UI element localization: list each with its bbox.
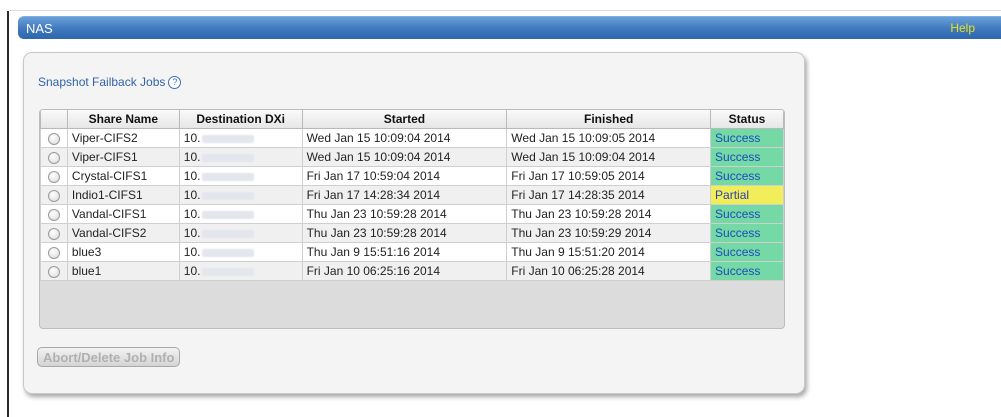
column-header-finished[interactable]: Finished bbox=[506, 110, 712, 129]
snapshot-failback-panel: Snapshot Failback Jobs? Share Name Desti… bbox=[23, 52, 805, 394]
column-header-status[interactable]: Status bbox=[710, 110, 784, 129]
section-title: Snapshot Failback Jobs? bbox=[38, 75, 182, 89]
row-select-cell bbox=[40, 147, 68, 167]
share-name-cell: blue3 bbox=[66, 242, 180, 262]
row-select-cell bbox=[40, 223, 68, 243]
finished-cell: Wed Jan 15 10:09:04 2014 bbox=[506, 147, 712, 167]
share-name-cell: Viper-CIFS1 bbox=[66, 147, 180, 167]
started-cell: Fri Jan 17 10:59:04 2014 bbox=[301, 166, 508, 186]
destination-text: 10. bbox=[183, 226, 201, 240]
status-cell: Success bbox=[710, 128, 784, 148]
window-left-edge bbox=[7, 11, 9, 417]
redacted-ip bbox=[202, 191, 255, 200]
page-title: NAS bbox=[26, 21, 53, 36]
row-select-cell bbox=[40, 128, 68, 148]
status-cell: Success bbox=[710, 261, 784, 281]
started-cell: Thu Jan 23 10:59:28 2014 bbox=[301, 223, 508, 243]
destination-text: 10. bbox=[183, 245, 201, 259]
row-radio-button[interactable] bbox=[47, 189, 60, 202]
row-radio-button[interactable] bbox=[47, 246, 60, 259]
row-radio-button[interactable] bbox=[47, 265, 60, 278]
redacted-ip bbox=[202, 172, 255, 181]
destination-cell: 10. bbox=[178, 166, 303, 186]
row-select-cell bbox=[40, 261, 68, 281]
destination-cell: 10. bbox=[178, 147, 303, 167]
table-row[interactable]: Vandal-CIFS2 10. Thu Jan 23 10:59:28 2014 T… bbox=[40, 223, 784, 243]
destination-cell: 10. bbox=[178, 128, 303, 148]
section-title-text: Snapshot Failback Jobs bbox=[38, 75, 166, 89]
abort-delete-job-info-button[interactable]: Abort/Delete Job Info bbox=[37, 347, 181, 367]
row-select-cell bbox=[40, 204, 68, 224]
column-header-share-name[interactable]: Share Name bbox=[66, 110, 180, 129]
destination-cell: 10. bbox=[178, 185, 303, 205]
help-question-icon[interactable]: ? bbox=[168, 76, 182, 89]
share-name-cell: Viper-CIFS2 bbox=[66, 128, 180, 148]
finished-cell: Fri Jan 17 10:59:05 2014 bbox=[506, 166, 712, 186]
share-name-cell: Indio1-CIFS1 bbox=[66, 185, 180, 205]
table-row[interactable]: Viper-CIFS1 10. Wed Jan 15 10:09:04 2014 We… bbox=[40, 147, 784, 167]
destination-cell: 10. bbox=[178, 223, 303, 243]
table-row[interactable]: Indio1-CIFS1 10. Fri Jan 17 14:28:34 2014 F… bbox=[40, 185, 784, 205]
destination-cell: 10. bbox=[178, 242, 303, 262]
table-row[interactable]: blue1 10. Fri Jan 10 06:25:16 2014 Fri Jan … bbox=[40, 261, 784, 281]
status-cell: Partial bbox=[710, 185, 784, 205]
table-row[interactable]: Crystal-CIFS1 10. Fri Jan 17 10:59:04 2014… bbox=[40, 166, 784, 186]
row-radio-button[interactable] bbox=[47, 132, 60, 145]
redacted-ip bbox=[202, 153, 255, 162]
nas-title-bar: NAS Help bbox=[18, 16, 1001, 39]
row-select-cell bbox=[40, 242, 68, 262]
started-cell: Fri Jan 10 06:25:16 2014 bbox=[301, 261, 508, 281]
help-link[interactable]: Help bbox=[950, 21, 975, 35]
jobs-table: Share Name Destination DXi Started Finis… bbox=[40, 110, 784, 281]
finished-cell: Thu Jan 23 10:59:29 2014 bbox=[506, 223, 712, 243]
redacted-ip bbox=[202, 210, 255, 219]
redacted-ip bbox=[202, 248, 255, 257]
row-radio-button[interactable] bbox=[47, 208, 60, 221]
status-cell: Success bbox=[710, 166, 784, 186]
table-row[interactable]: blue3 10. Thu Jan 9 15:51:16 2014 Thu Jan 9… bbox=[40, 242, 784, 262]
share-name-cell: Vandal-CIFS1 bbox=[66, 204, 180, 224]
window-top-edge bbox=[9, 10, 1001, 11]
started-cell: Thu Jan 23 10:59:28 2014 bbox=[301, 204, 508, 224]
finished-cell: Wed Jan 15 10:09:05 2014 bbox=[506, 128, 712, 148]
destination-text: 10. bbox=[183, 188, 201, 202]
destination-text: 10. bbox=[183, 131, 201, 145]
table-row[interactable]: Vandal-CIFS1 10. Thu Jan 23 10:59:28 2014 T… bbox=[40, 204, 784, 224]
finished-cell: Thu Jan 23 10:59:28 2014 bbox=[506, 204, 712, 224]
share-name-cell: Crystal-CIFS1 bbox=[66, 166, 180, 186]
destination-text: 10. bbox=[183, 169, 201, 183]
row-select-cell bbox=[40, 166, 68, 186]
column-header-destination[interactable]: Destination DXi bbox=[178, 110, 303, 129]
column-header-started[interactable]: Started bbox=[301, 110, 508, 129]
redacted-ip bbox=[202, 229, 255, 238]
destination-cell: 10. bbox=[178, 261, 303, 281]
started-cell: Fri Jan 17 14:28:34 2014 bbox=[301, 185, 508, 205]
select-column-header bbox=[40, 110, 68, 129]
redacted-ip bbox=[202, 267, 255, 276]
redacted-ip bbox=[202, 134, 255, 143]
status-cell: Success bbox=[710, 204, 784, 224]
row-radio-button[interactable] bbox=[47, 170, 60, 183]
finished-cell: Fri Jan 10 06:25:28 2014 bbox=[506, 261, 712, 281]
status-cell: Success bbox=[710, 147, 784, 167]
destination-text: 10. bbox=[183, 264, 201, 278]
destination-cell: 10. bbox=[178, 204, 303, 224]
table-header-row: Share Name Destination DXi Started Finis… bbox=[40, 110, 784, 129]
finished-cell: Fri Jan 17 14:28:35 2014 bbox=[506, 185, 712, 205]
table-row[interactable]: Viper-CIFS2 10. Wed Jan 15 10:09:04 2014 We… bbox=[40, 128, 784, 148]
destination-text: 10. bbox=[183, 150, 201, 164]
row-select-cell bbox=[40, 185, 68, 205]
started-cell: Thu Jan 9 15:51:16 2014 bbox=[301, 242, 508, 262]
share-name-cell: blue1 bbox=[66, 261, 180, 281]
status-cell: Success bbox=[710, 223, 784, 243]
finished-cell: Thu Jan 9 15:51:20 2014 bbox=[506, 242, 712, 262]
destination-text: 10. bbox=[183, 207, 201, 221]
started-cell: Wed Jan 15 10:09:04 2014 bbox=[301, 147, 508, 167]
row-radio-button[interactable] bbox=[47, 151, 60, 164]
status-cell: Success bbox=[710, 242, 784, 262]
share-name-cell: Vandal-CIFS2 bbox=[66, 223, 180, 243]
row-radio-button[interactable] bbox=[47, 227, 60, 240]
started-cell: Wed Jan 15 10:09:04 2014 bbox=[301, 128, 508, 148]
jobs-table-container: Share Name Destination DXi Started Finis… bbox=[39, 109, 785, 329]
